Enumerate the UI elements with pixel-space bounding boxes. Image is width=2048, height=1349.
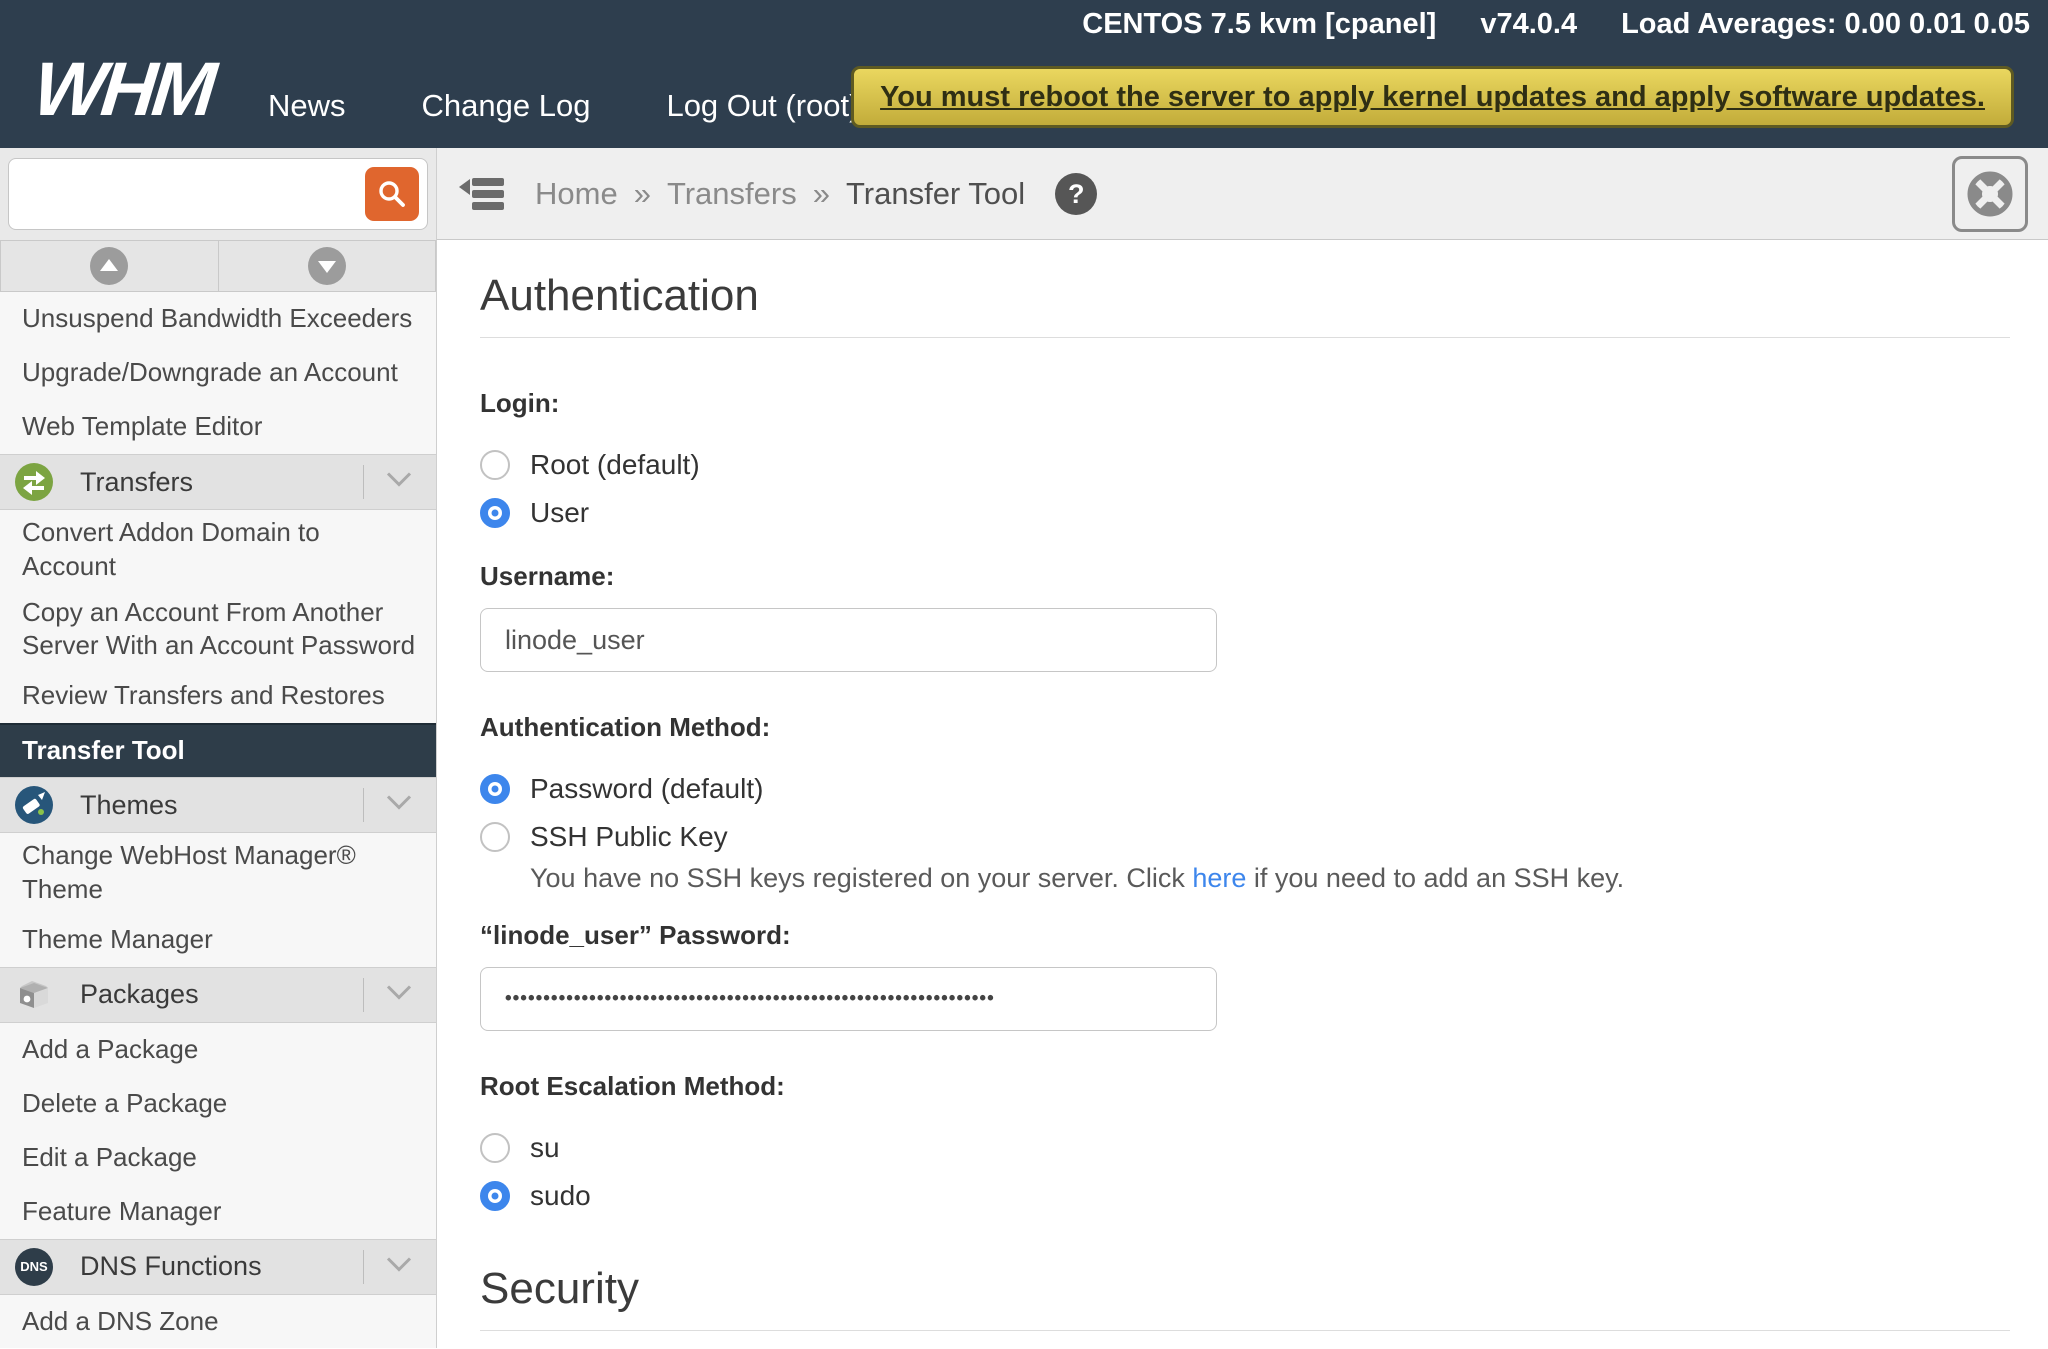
auth-method-password-option[interactable]: Password (default) xyxy=(480,773,763,805)
sidebar-item-add-package[interactable]: Add a Package xyxy=(0,1023,436,1077)
sidebar-section-packages[interactable]: Packages xyxy=(0,967,436,1023)
top-nav: News Change Log Log Out (root) xyxy=(268,88,859,124)
chevron-down-icon[interactable] xyxy=(386,1256,412,1277)
sidebar-scroll-down-button[interactable] xyxy=(219,240,437,292)
escalation-sudo-option[interactable]: sudo xyxy=(480,1180,591,1212)
chevron-down-icon[interactable] xyxy=(386,984,412,1005)
sidebar-item-unsuspend-bandwidth[interactable]: Unsuspend Bandwidth Exceeders xyxy=(0,292,436,346)
nav-log-out[interactable]: Log Out (root) xyxy=(666,88,859,124)
chevron-down-icon[interactable] xyxy=(386,472,412,493)
transfers-icon xyxy=(14,462,54,502)
themes-icon xyxy=(14,785,54,825)
auth-method-ssh-option[interactable]: SSH Public Key xyxy=(480,821,728,853)
collapse-sidebar-icon[interactable] xyxy=(459,174,507,214)
help-icon[interactable]: ? xyxy=(1055,173,1097,215)
sidebar-item-change-whm-theme[interactable]: Change WebHost Manager® Theme xyxy=(0,833,436,913)
login-user-option[interactable]: User xyxy=(480,497,589,529)
sidebar-item-delete-package[interactable]: Delete a Package xyxy=(0,1077,436,1131)
life-ring-icon xyxy=(1964,168,2016,220)
nav-change-log[interactable]: Change Log xyxy=(422,88,591,124)
server-os: CENTOS 7.5 kvm [cpanel] xyxy=(1082,8,1436,41)
auth-password-radio[interactable] xyxy=(480,774,510,804)
auth-ssh-radio[interactable] xyxy=(480,822,510,852)
sidebar-item-review-transfers[interactable]: Review Transfers and Restores xyxy=(0,669,436,723)
breadcrumb: Home » Transfers » Transfer Tool ? xyxy=(535,173,1097,215)
username-input[interactable] xyxy=(480,608,1217,672)
escalation-sudo-radio[interactable] xyxy=(480,1181,510,1211)
support-button[interactable] xyxy=(1952,156,2028,232)
chevron-down-icon[interactable] xyxy=(386,795,412,816)
scroll-down-icon xyxy=(308,247,346,285)
sidebar-item-add-dns-zone[interactable]: Add a DNS Zone xyxy=(0,1295,436,1349)
sidebar-section-dns-functions[interactable]: DNS DNS Functions xyxy=(0,1239,436,1295)
sidebar-item-feature-manager[interactable]: Feature Manager xyxy=(0,1185,436,1239)
sidebar-scroll-controls xyxy=(0,240,436,292)
top-header: WHM News Change Log Log Out (root) CENTO… xyxy=(0,0,2048,148)
dns-icon: DNS xyxy=(14,1247,54,1287)
sidebar-section-transfers[interactable]: Transfers xyxy=(0,454,436,510)
authentication-heading: Authentication xyxy=(480,271,2010,321)
username-label: Username: xyxy=(480,561,2010,592)
sidebar-item-web-template-editor[interactable]: Web Template Editor xyxy=(0,400,436,454)
search-icon xyxy=(377,179,407,209)
search-button[interactable] xyxy=(365,167,419,221)
nav-news[interactable]: News xyxy=(268,88,346,124)
packages-icon xyxy=(14,975,54,1015)
sidebar-item-upgrade-downgrade[interactable]: Upgrade/Downgrade an Account xyxy=(0,346,436,400)
sidebar-section-themes[interactable]: Themes xyxy=(0,777,436,833)
sidebar: Unsuspend Bandwidth Exceeders Upgrade/Do… xyxy=(0,240,437,1348)
escalation-su-radio[interactable] xyxy=(480,1133,510,1163)
password-input[interactable] xyxy=(480,967,1217,1031)
search-input[interactable] xyxy=(11,161,361,225)
search-box xyxy=(8,158,428,230)
breadcrumb-home[interactable]: Home xyxy=(535,176,618,212)
whm-logo[interactable]: WHM xyxy=(29,46,216,133)
main-content: Authentication Login: Root (default) Use… xyxy=(438,241,2048,1348)
root-escalation-label: Root Escalation Method: xyxy=(480,1071,2010,1102)
reboot-alert-banner: You must reboot the server to apply kern… xyxy=(851,66,2014,128)
ssh-note-link[interactable]: here xyxy=(1192,863,1246,893)
password-label: “linode_user” Password: xyxy=(480,920,2010,951)
auth-method-label: Authentication Method: xyxy=(480,712,2010,743)
ssh-note: You have no SSH keys registered on your … xyxy=(530,863,2010,894)
scroll-up-icon xyxy=(90,247,128,285)
toolbar: Home » Transfers » Transfer Tool ? xyxy=(0,148,2048,240)
search-cell xyxy=(0,148,437,240)
login-root-radio[interactable] xyxy=(480,450,510,480)
server-version: v74.0.4 xyxy=(1480,8,1577,41)
login-user-radio[interactable] xyxy=(480,498,510,528)
login-root-option[interactable]: Root (default) xyxy=(480,449,700,481)
breadcrumb-bar: Home » Transfers » Transfer Tool ? xyxy=(437,148,2048,240)
breadcrumb-separator: » xyxy=(813,176,830,212)
breadcrumb-separator: » xyxy=(634,176,651,212)
server-load: Load Averages: 0.00 0.01 0.05 xyxy=(1621,8,2030,41)
sidebar-item-copy-account[interactable]: Copy an Account From Another Server With… xyxy=(0,590,436,670)
escalation-su-option[interactable]: su xyxy=(480,1132,560,1164)
breadcrumb-current: Transfer Tool xyxy=(846,176,1025,212)
security-heading: Security xyxy=(480,1264,2010,1314)
login-label: Login: xyxy=(480,388,2010,419)
sidebar-item-theme-manager[interactable]: Theme Manager xyxy=(0,913,436,967)
reboot-alert-link[interactable]: You must reboot the server to apply kern… xyxy=(880,81,1985,114)
breadcrumb-transfers[interactable]: Transfers xyxy=(667,176,797,212)
sidebar-item-transfer-tool[interactable]: Transfer Tool xyxy=(0,723,436,777)
sidebar-scroll-up-button[interactable] xyxy=(0,240,219,292)
sidebar-item-convert-addon[interactable]: Convert Addon Domain to Account xyxy=(0,510,436,590)
server-info: CENTOS 7.5 kvm [cpanel] v74.0.4 Load Ave… xyxy=(1082,8,2030,41)
sidebar-item-edit-package[interactable]: Edit a Package xyxy=(0,1131,436,1185)
